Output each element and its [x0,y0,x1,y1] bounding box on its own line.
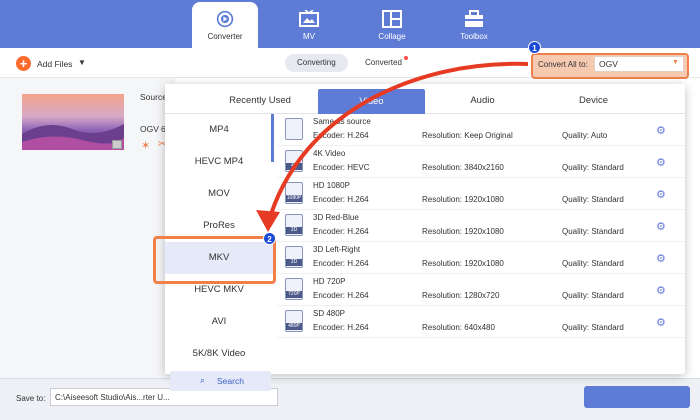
arrow-head [256,210,280,232]
annotation-arrow [256,61,529,232]
arrow-path [266,61,529,225]
